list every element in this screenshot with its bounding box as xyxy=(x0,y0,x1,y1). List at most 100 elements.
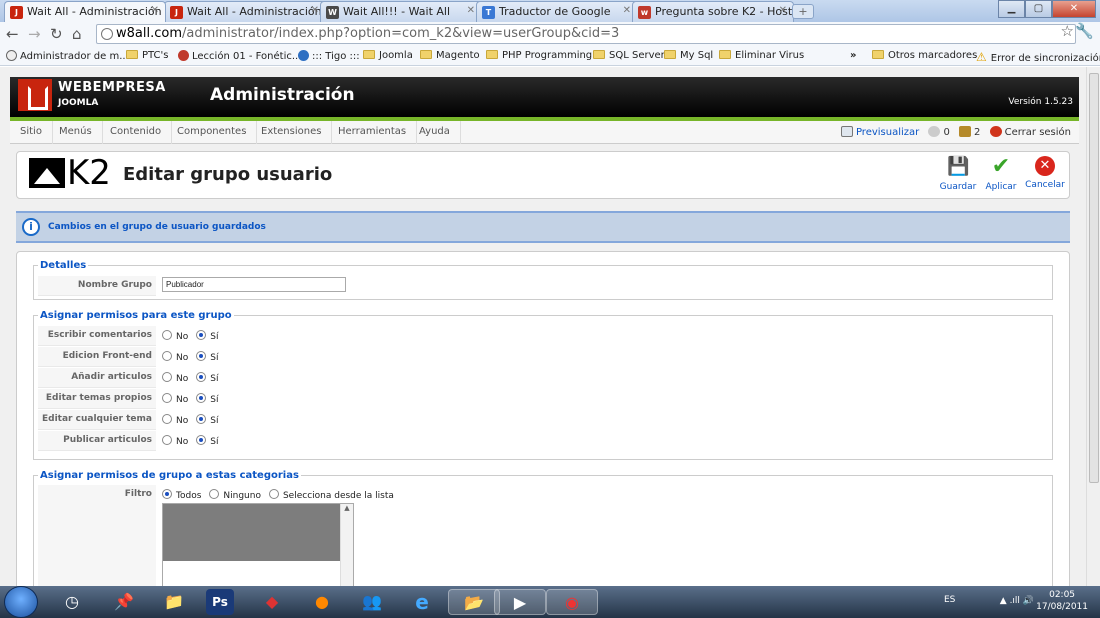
version-label: Versión 1.5.23 xyxy=(1008,97,1073,107)
forward-arrow-icon[interactable]: → xyxy=(28,25,41,43)
apply-button[interactable]: ✔ Aplicar xyxy=(980,156,1022,193)
reload-icon[interactable]: ↻ xyxy=(50,25,63,43)
start-button[interactable] xyxy=(4,586,38,618)
menu-extensiones[interactable]: Extensiones xyxy=(251,121,333,144)
translate-favicon-icon: T xyxy=(482,6,495,19)
permission-row: Añadir articulos No Sí xyxy=(34,368,1052,388)
address-bar[interactable]: w8all.com/administrator/index.php?option… xyxy=(96,24,1076,44)
pin-app-icon[interactable]: 📌 xyxy=(110,589,138,615)
sync-error[interactable]: ⚠ Error de sincronización xyxy=(976,50,1100,64)
tab-close-icon[interactable]: ✕ xyxy=(779,5,787,16)
page-scrollbar[interactable] xyxy=(1086,67,1100,586)
radio-yes[interactable] xyxy=(196,351,207,361)
radio-no[interactable] xyxy=(162,372,172,382)
media-player-app-icon[interactable]: ▶ xyxy=(494,589,546,615)
radio-todos[interactable] xyxy=(162,489,172,499)
save-button[interactable]: 💾 Guardar xyxy=(937,156,979,192)
radio-no[interactable] xyxy=(162,414,172,424)
system-tray-icons[interactable]: ▲ .ıll 🔊 xyxy=(1000,596,1034,606)
logout-link[interactable]: Cerrar sesión xyxy=(1005,127,1071,138)
chrome-app-icon[interactable]: ◉ xyxy=(546,589,598,615)
info-icon: i xyxy=(22,218,40,236)
bookmarks-overflow-button[interactable]: » xyxy=(850,50,856,61)
browser-tab-5[interactable]: w Pregunta sobre K2 - Hosting ✕ xyxy=(632,1,794,22)
radio-yes[interactable] xyxy=(196,330,207,340)
radio-no[interactable] xyxy=(162,435,172,445)
group-name-input[interactable] xyxy=(162,277,346,292)
radio-yes[interactable] xyxy=(196,372,207,382)
radio-no[interactable] xyxy=(162,393,172,403)
tab-close-icon[interactable]: ✕ xyxy=(467,5,475,16)
listbox-scrollbar[interactable]: ▲ xyxy=(340,504,353,586)
messenger-app-icon[interactable]: 👥 xyxy=(358,589,386,615)
bookmark-item[interactable]: PHP Programming xyxy=(486,50,592,61)
tab-close-icon[interactable]: ✕ xyxy=(311,5,319,16)
scrollbar-thumb[interactable] xyxy=(1089,73,1099,483)
radio-yes[interactable] xyxy=(196,393,207,403)
users-count[interactable]: 2 xyxy=(974,127,980,138)
filezilla-app-icon[interactable]: ◆ xyxy=(258,589,286,615)
bookmark-item[interactable]: Eliminar Virus xyxy=(719,50,804,61)
photoshop-app-icon[interactable]: Ps xyxy=(206,589,234,615)
bookmark-item[interactable]: Joomla xyxy=(363,50,413,61)
tab-close-icon[interactable]: ✕ xyxy=(151,5,159,16)
permissions-fieldset: Asignar permisos para este grupo Escribi… xyxy=(33,310,1053,460)
permissions-legend: Asignar permisos para este grupo xyxy=(40,310,232,321)
internet-explorer-app-icon[interactable]: e xyxy=(408,589,436,615)
radio-ninguno[interactable] xyxy=(209,489,220,499)
details-legend: Detalles xyxy=(40,260,87,271)
radio-yes[interactable] xyxy=(196,414,207,424)
radio-selecciona[interactable] xyxy=(268,489,279,499)
bookmark-item[interactable]: ::: Tigo ::: xyxy=(298,50,360,62)
preview-link[interactable]: Previsualizar xyxy=(856,127,919,138)
permission-label: Editar temas propios xyxy=(38,389,156,409)
radio-yes-label: Sí xyxy=(210,416,219,426)
radio-no[interactable] xyxy=(162,351,172,361)
bookmark-item[interactable]: PTC's xyxy=(126,50,169,61)
page-info-icon[interactable] xyxy=(101,28,113,40)
browser-tab-1[interactable]: J Wait All - Administración ✕ xyxy=(4,1,166,22)
cancel-button[interactable]: ✕ Cancelar xyxy=(1024,156,1066,190)
wrench-icon[interactable]: 🔧 xyxy=(1075,22,1094,40)
close-window-button[interactable]: ✕ xyxy=(1052,0,1096,18)
warning-icon: ⚠ xyxy=(976,50,987,64)
other-bookmarks[interactable]: Otros marcadores xyxy=(872,50,977,61)
radio-no[interactable] xyxy=(162,330,172,340)
menu-herramientas[interactable]: Herramientas xyxy=(328,121,418,144)
bookmark-item[interactable]: Magento xyxy=(420,50,480,61)
browser-tab-3[interactable]: W Wait All!!! - Wait All ✕ xyxy=(320,1,482,22)
folder-app-icon[interactable]: 📂 xyxy=(448,589,500,615)
menu-sitio[interactable]: Sitio xyxy=(10,121,53,144)
firefox-app-icon[interactable]: ● xyxy=(308,589,336,615)
menu-ayuda[interactable]: Ayuda xyxy=(409,121,461,144)
permission-row: Edicion Front-end No Sí xyxy=(34,347,1052,367)
back-arrow-icon[interactable]: ← xyxy=(6,25,19,43)
browser-tab-4[interactable]: T Traductor de Google ✕ xyxy=(476,1,638,22)
messages-icon xyxy=(928,126,941,137)
menu-contenido[interactable]: Contenido xyxy=(100,121,173,144)
radio-yes-label: Sí xyxy=(210,374,219,384)
maximize-button[interactable]: ▢ xyxy=(1025,0,1052,18)
category-listbox[interactable]: ▲ xyxy=(162,503,354,586)
clock-app-icon[interactable]: ◷ xyxy=(58,589,86,615)
bookmark-item[interactable]: SQL Server xyxy=(593,50,665,61)
new-tab-button[interactable]: + xyxy=(792,4,814,19)
minimize-button[interactable]: ▁ xyxy=(998,0,1025,18)
folder-icon xyxy=(363,50,375,59)
messages-count[interactable]: 0 xyxy=(943,127,949,138)
radio-yes[interactable] xyxy=(196,435,207,445)
menu-componentes[interactable]: Componentes xyxy=(167,121,258,144)
browser-tab-2[interactable]: J Wait All - Administración ✕ xyxy=(164,1,326,22)
bookmark-item[interactable]: Lección 01 - Fonétic... xyxy=(178,50,301,62)
language-indicator[interactable]: ES xyxy=(944,595,955,605)
bookmark-item[interactable]: My Sql xyxy=(664,50,713,61)
menu-menus[interactable]: Menús xyxy=(49,121,103,144)
bookmark-item[interactable]: Administrador de m... xyxy=(6,50,129,62)
tab-close-icon[interactable]: ✕ xyxy=(623,5,631,16)
bookmark-star-icon[interactable]: ☆ xyxy=(1061,22,1074,40)
system-clock[interactable]: 02:05 17/08/2011 xyxy=(1036,589,1088,613)
filter-row: Filtro Todos Ninguno Selecciona desde la l… xyxy=(34,485,1052,586)
site-icon xyxy=(178,50,189,61)
explorer-app-icon[interactable]: 📁 xyxy=(160,589,188,615)
home-icon[interactable]: ⌂ xyxy=(72,25,82,43)
